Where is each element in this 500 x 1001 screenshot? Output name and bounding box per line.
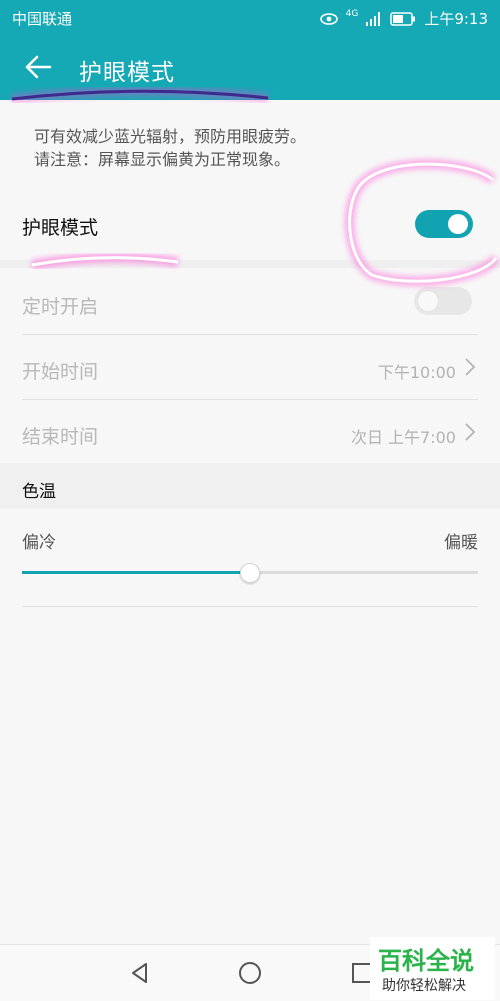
watermark-logo: 百科全说 助你轻松解决: [370, 937, 495, 1000]
eye-mode-label: 护眼模式: [22, 217, 99, 239]
description-line-1: 可有效减少蓝光辐射，预防用眼疲劳。: [34, 127, 307, 146]
schedule-label: 定时开启: [22, 296, 99, 318]
watermark-title: 百科全说: [378, 947, 474, 975]
schedule-toggle[interactable]: [414, 287, 472, 315]
home-circle-icon[interactable]: [236, 959, 264, 987]
arrow-left-icon: [25, 55, 52, 79]
chevron-right-icon: [465, 423, 476, 441]
end-time-row[interactable]: 结束时间 次日 上午7:00: [22, 400, 478, 465]
battery-icon: [390, 11, 416, 26]
status-icons: 4G 上午9:13: [319, 8, 488, 29]
slider-labels: 偏冷 偏暖: [22, 528, 478, 553]
toggle-knob: [418, 291, 438, 311]
color-temp-slider[interactable]: [22, 563, 478, 583]
warm-label: 偏暖: [444, 533, 478, 553]
start-time-row[interactable]: 开始时间 下午10:00: [22, 335, 478, 400]
color-temp-header: 色温: [22, 482, 56, 502]
start-time-label: 开始时间: [22, 361, 99, 383]
clock: 上午9:13: [424, 10, 488, 28]
watermark-subtitle: 助你轻松解决: [382, 978, 466, 994]
start-time-value: 下午10:00: [377, 363, 456, 382]
app-bar: 护眼模式: [0, 34, 500, 100]
description: 可有效减少蓝光辐射，预防用眼疲劳。 请注意：屏幕显示偏黄为正常现象。: [34, 125, 306, 171]
toggle-knob: [448, 214, 468, 234]
back-triangle-icon[interactable]: [126, 959, 154, 987]
schedule-row[interactable]: 定时开启: [22, 270, 478, 335]
description-line-2: 请注意：屏幕显示偏黄为正常现象。: [34, 150, 291, 169]
status-bar: 中国联通 4G 上午9:13: [0, 0, 500, 34]
section-divider: [0, 260, 500, 268]
signal-icon: [366, 11, 381, 26]
chevron-right-icon: [465, 358, 476, 376]
carrier-name: 中国联通: [12, 10, 73, 28]
slider-fill: [22, 571, 250, 574]
back-button[interactable]: [22, 51, 54, 83]
page-title: 护眼模式: [79, 60, 175, 86]
slider-thumb[interactable]: [240, 563, 260, 583]
eye-mode-row[interactable]: 护眼模式: [0, 190, 500, 260]
network-type: 4G: [345, 8, 359, 19]
eye-icon: [319, 12, 338, 25]
cool-label: 偏冷: [22, 533, 56, 553]
end-time-value: 次日 上午7:00: [350, 428, 456, 447]
divider: [22, 606, 478, 607]
eye-mode-toggle[interactable]: [415, 210, 473, 238]
end-time-label: 结束时间: [22, 426, 99, 448]
color-temp-section: 色温: [0, 463, 500, 509]
